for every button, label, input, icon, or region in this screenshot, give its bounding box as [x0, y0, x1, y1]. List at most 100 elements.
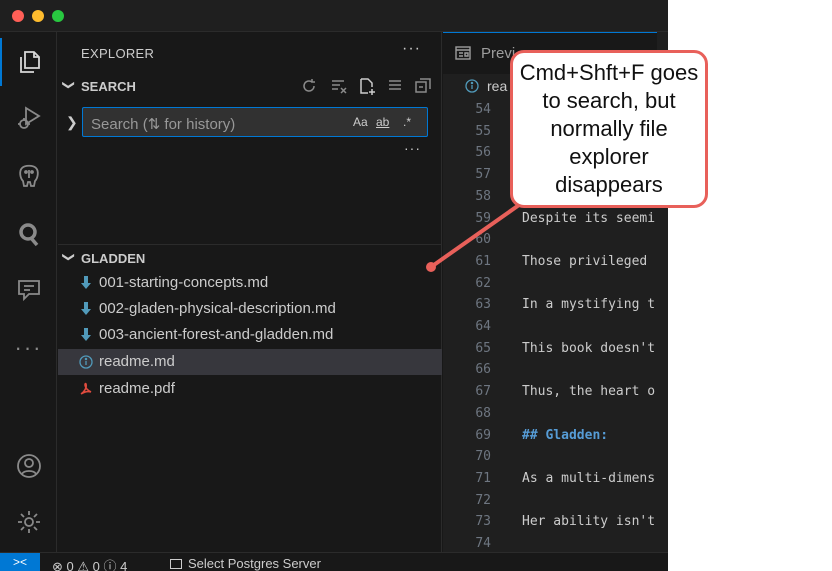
manage-settings-button[interactable]: [0, 498, 57, 546]
markdown-download-icon: [78, 301, 94, 317]
line-number: 71: [475, 470, 491, 486]
clear-all-icon: [332, 80, 347, 94]
activity-bar: ···: [0, 32, 57, 552]
remote-indicator-button[interactable]: ><: [0, 553, 40, 571]
new-search-editor-button[interactable]: [358, 77, 378, 97]
line-number: 60: [475, 232, 491, 248]
line-number: 64: [475, 319, 491, 334]
code-line: In a mystifying t: [522, 297, 656, 313]
file-name: 003-ancient-forest-and-gladden.md: [99, 326, 334, 343]
line-number: 61: [475, 253, 491, 269]
line-number: 66: [475, 362, 491, 378]
search-placeholder: Search (⇅ for history): [91, 116, 236, 133]
search-section-header[interactable]: ❯ SEARCH: [58, 76, 442, 98]
postgres-activity-button[interactable]: [0, 152, 57, 200]
refresh-results-button[interactable]: [300, 77, 320, 97]
more-activities-button[interactable]: ···: [0, 324, 57, 372]
preview-icon: [455, 46, 471, 65]
file-name: 001-starting-concepts.md: [99, 274, 269, 291]
ellipsis-icon: ···: [14, 335, 43, 360]
minimize-window-button[interactable]: [32, 10, 44, 22]
title-bar: [0, 0, 668, 32]
callout-text: Cmd+Shft+F goes to search, but normally …: [519, 60, 699, 197]
run-debug-activity-button[interactable]: [0, 94, 57, 142]
line-number: 58: [475, 188, 491, 204]
file-item[interactable]: readme.pdf: [58, 376, 442, 402]
line-number: 68: [475, 405, 491, 421]
accounts-button[interactable]: [0, 442, 57, 490]
search-section-title: SEARCH: [81, 79, 136, 94]
annotation-callout: Cmd+Shft+F goes to search, but normally …: [510, 50, 708, 208]
refresh-icon: [303, 79, 315, 92]
code-line: Thus, the heart o: [522, 384, 656, 400]
server-icon: [170, 559, 182, 569]
account-icon: [16, 454, 41, 478]
info-icon: [78, 354, 94, 370]
chevron-down-icon: ❯: [62, 79, 77, 91]
line-number: 65: [475, 340, 491, 356]
maximize-window-button[interactable]: [52, 10, 64, 22]
line-number: 69: [475, 427, 491, 443]
section-divider: [58, 244, 442, 245]
line-number: 57: [475, 167, 491, 183]
code-line: This book doesn't: [522, 340, 656, 356]
markdown-heading-line: ## Gladden:: [522, 427, 609, 443]
toggle-search-details-button[interactable]: ···: [404, 140, 421, 156]
explorer-title: EXPLORER: [81, 46, 155, 61]
line-number: 73: [475, 514, 491, 530]
line-number: 56: [475, 145, 491, 161]
file-item[interactable]: 001-starting-concepts.md: [58, 270, 442, 296]
line-number: 62: [475, 275, 491, 291]
markdown-download-icon: [78, 275, 94, 291]
markdown-download-icon: [78, 327, 94, 343]
folder-title: GLADDEN: [81, 251, 146, 266]
match-case-toggle[interactable]: Aa: [353, 115, 368, 129]
match-whole-word-toggle[interactable]: ab: [376, 115, 389, 129]
use-regex-toggle[interactable]: .*: [403, 115, 411, 129]
select-postgres-server-button[interactable]: Select Postgres Server: [170, 556, 321, 571]
explorer-more-actions-button[interactable]: ···: [402, 40, 421, 58]
line-number: 59: [475, 210, 491, 226]
file-name: 002-gladen-physical-description.md: [99, 300, 336, 317]
close-window-button[interactable]: [12, 10, 24, 22]
gear-icon: [17, 511, 40, 533]
collapse-all-button[interactable]: [414, 77, 434, 97]
file-name: readme.pdf: [99, 380, 175, 397]
pdf-icon: [78, 381, 94, 397]
comment-discussion-icon: [17, 280, 40, 302]
line-number: 67: [475, 384, 491, 400]
line-number: 70: [475, 449, 491, 465]
file-item[interactable]: 002-gladen-physical-description.md: [58, 296, 442, 322]
line-number: 74: [475, 536, 491, 551]
q-logo-icon: [18, 223, 38, 247]
search-input[interactable]: Search (⇅ for history) Aa ab .*: [82, 107, 428, 137]
side-bar: EXPLORER ··· ❯ SEARCH ❯ Search (⇅ for hi…: [58, 32, 442, 552]
run-debug-icon: [17, 106, 41, 129]
status-bar: >< ⊗ 0 ⚠ 0 ⓘ 4 Select Postgres Server: [0, 552, 668, 571]
line-number: 72: [475, 492, 491, 508]
toggle-replace-chevron-icon[interactable]: ❯: [66, 114, 78, 131]
explorer-activity-button[interactable]: [0, 38, 57, 86]
file-name: readme.md: [99, 353, 175, 370]
folder-section-header[interactable]: ❯ GLADDEN: [58, 247, 442, 269]
code-line: Her ability isn't: [522, 514, 656, 530]
code-line: Despite its seemi: [522, 210, 656, 226]
new-file-icon: [360, 78, 375, 95]
breadcrumb-file-label: rea: [487, 78, 508, 94]
files-icon: [19, 51, 40, 73]
view-as-tree-button[interactable]: [386, 77, 406, 97]
code-line: Those privileged: [522, 253, 648, 269]
file-item[interactable]: 003-ancient-forest-and-gladden.md: [58, 322, 442, 348]
line-number: 55: [475, 123, 491, 139]
clear-results-button[interactable]: [330, 77, 350, 97]
q-extension-activity-button[interactable]: [0, 210, 57, 258]
postgres-elephant-icon: [18, 164, 39, 187]
info-icon: [465, 79, 479, 98]
problems-status-button[interactable]: ⊗ 0 ⚠ 0 ⓘ 4: [52, 556, 127, 571]
collapse-all-icon: [415, 78, 431, 93]
line-number: 54: [475, 102, 491, 117]
file-item-selected[interactable]: readme.md: [58, 349, 442, 375]
chevron-down-icon: ❯: [62, 251, 77, 263]
code-line: As a multi-dimens: [522, 470, 656, 486]
comments-activity-button[interactable]: [0, 266, 57, 314]
